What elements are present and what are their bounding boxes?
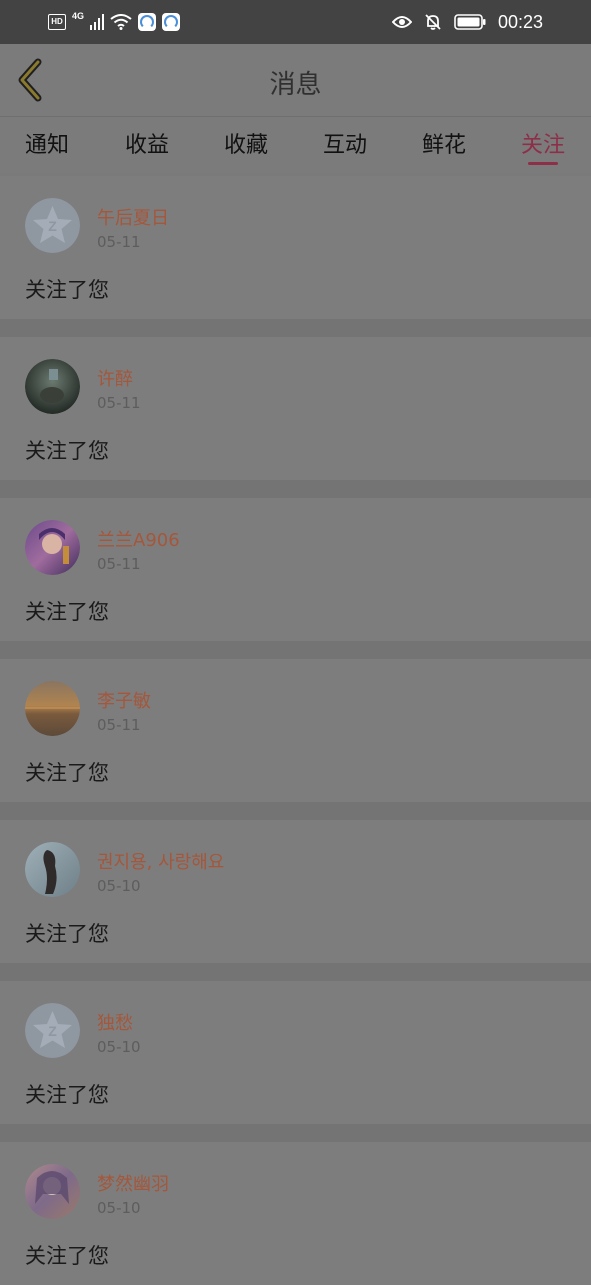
eye-icon — [391, 16, 412, 28]
svg-text:Z: Z — [48, 218, 57, 234]
message-text: 关注了您 — [25, 1244, 109, 1268]
list-item[interactable]: Z 午后夏日 05-11 关注了您 — [0, 176, 591, 319]
signal-icon — [90, 14, 105, 30]
username[interactable]: 午后夏日 — [97, 204, 169, 230]
tab-follow[interactable]: 关注 — [503, 127, 583, 159]
qq-app-icon-2 — [162, 13, 181, 31]
list-item[interactable]: 梦然幽羽 05-10 关注了您 — [0, 1142, 591, 1285]
avatar[interactable] — [25, 842, 80, 897]
avatar[interactable]: Z — [25, 198, 80, 253]
list-item[interactable]: 李子敏 05-11 关注了您 — [0, 659, 591, 802]
list-item[interactable]: 권지용, 사랑해요 05-10 关注了您 — [0, 820, 591, 963]
avatar[interactable] — [25, 1164, 80, 1219]
svg-text:Z: Z — [48, 1023, 57, 1039]
message-text: 关注了您 — [25, 761, 109, 785]
date: 05-11 — [97, 233, 141, 251]
message-text: 关注了您 — [25, 439, 109, 463]
bell-off-icon — [425, 14, 441, 30]
user-photo-icon — [25, 359, 80, 414]
tab-earnings[interactable]: 收益 — [107, 127, 187, 159]
username[interactable]: 梦然幽羽 — [97, 1170, 169, 1196]
username[interactable]: 许醉 — [97, 365, 133, 391]
message-text: 关注了您 — [25, 1083, 109, 1107]
divider — [0, 319, 591, 337]
avatar[interactable] — [25, 520, 80, 575]
date: 05-11 — [97, 716, 141, 734]
divider — [0, 641, 591, 659]
user-photo-icon — [25, 1164, 80, 1219]
username[interactable]: 兰兰A906 — [97, 526, 180, 552]
user-photo-icon — [25, 681, 80, 736]
avatar[interactable]: Z — [25, 1003, 80, 1058]
tab-notice[interactable]: 通知 — [7, 127, 87, 159]
username[interactable]: 独愁 — [97, 1009, 133, 1035]
date: 05-10 — [97, 877, 141, 895]
divider — [0, 963, 591, 981]
message-text: 关注了您 — [25, 600, 109, 624]
default-avatar-icon: Z — [25, 198, 80, 253]
nav-bar: 消息 — [0, 44, 591, 117]
avatar[interactable] — [25, 681, 80, 736]
network-type: 4G — [72, 11, 85, 21]
username[interactable]: 李子敏 — [97, 687, 151, 713]
battery-icon — [454, 14, 486, 30]
tab-bar: 通知 收益 收藏 互动 鲜花 关注 — [0, 117, 591, 173]
list-item[interactable]: 兰兰A906 05-11 关注了您 — [0, 498, 591, 641]
divider — [0, 1124, 591, 1142]
hd-badge: HD — [48, 14, 66, 30]
avatar[interactable] — [25, 359, 80, 414]
status-bar: HD 4G 00:23 — [0, 0, 591, 44]
date: 05-10 — [97, 1038, 141, 1056]
qq-app-icon — [138, 13, 157, 31]
active-tab-indicator — [528, 162, 558, 165]
user-photo-icon — [25, 520, 80, 575]
tab-flowers[interactable]: 鲜花 — [404, 127, 484, 159]
date: 05-11 — [97, 394, 141, 412]
divider — [0, 480, 591, 498]
divider — [0, 802, 591, 820]
message-text: 关注了您 — [25, 922, 109, 946]
default-avatar-icon: Z — [25, 1003, 80, 1058]
date: 05-10 — [97, 1199, 141, 1217]
tab-interaction[interactable]: 互动 — [305, 127, 385, 159]
status-left-icons: HD 4G — [48, 11, 181, 32]
page-title: 消息 — [269, 70, 322, 100]
tab-favorites[interactable]: 收藏 — [206, 127, 286, 159]
username[interactable]: 권지용, 사랑해요 — [97, 848, 224, 874]
wifi-icon — [110, 14, 132, 30]
date: 05-11 — [97, 555, 141, 573]
list-item[interactable]: Z 独愁 05-10 关注了您 — [0, 981, 591, 1124]
user-photo-icon — [25, 842, 80, 897]
list-item[interactable]: 许醉 05-11 关注了您 — [0, 337, 591, 480]
clock: 00:23 — [497, 11, 543, 32]
message-text: 关注了您 — [25, 278, 109, 302]
status-right-icons: 00:23 — [391, 10, 543, 34]
